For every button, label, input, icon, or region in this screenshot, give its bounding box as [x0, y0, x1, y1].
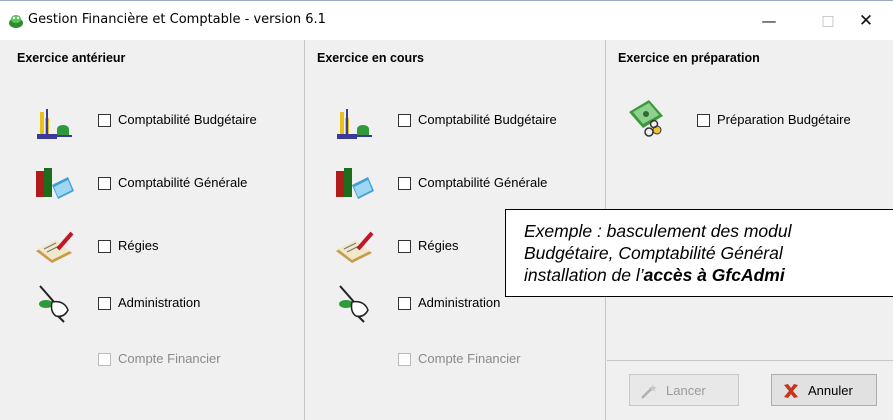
- writing-pad-icon: [36, 231, 74, 263]
- module-label: Comptabilité Générale: [118, 175, 248, 190]
- cancel-x-icon: [784, 384, 798, 398]
- regies-checkbox[interactable]: [398, 240, 411, 253]
- column-previous-year: Exercice antérieur Comptabilité Budgétai…: [0, 40, 305, 420]
- module-regies-previous: Régies: [34, 227, 294, 267]
- column-header: Exercice en préparation: [618, 51, 760, 65]
- module-admin-previous: Administration: [34, 284, 294, 324]
- button-area-divider: [607, 360, 893, 361]
- hand-wand-icon: [339, 285, 369, 323]
- module-general-previous: Comptabilité Générale: [34, 165, 294, 205]
- module-label: Régies: [118, 238, 159, 253]
- cancel-button[interactable]: Annuler: [771, 374, 877, 406]
- module-label: Préparation Budgétaire: [717, 112, 851, 127]
- module-label: Comptabilité Budgétaire: [118, 112, 257, 127]
- compte-financier-checkbox: [98, 353, 111, 366]
- minimize-button[interactable]: —: [746, 7, 792, 35]
- module-label: Compte Financier: [418, 351, 521, 366]
- module-label: Comptabilité Budgétaire: [418, 112, 557, 127]
- budget-checkbox[interactable]: [98, 114, 111, 127]
- module-preparation: Préparation Budgétaire: [627, 98, 889, 138]
- general-checkbox[interactable]: [98, 177, 111, 190]
- annotation-line-3: installation de l’accès à GfcAdmi: [524, 264, 893, 286]
- cancel-label: Annuler: [808, 383, 853, 398]
- title-bar: Gestion Financière et Comptable - versio…: [0, 0, 893, 40]
- column-header: Exercice en cours: [317, 51, 425, 65]
- annotation-line-3-bold: accès à GfcAdmi: [643, 265, 785, 285]
- writing-pad-icon: [336, 231, 374, 263]
- admin-checkbox[interactable]: [98, 297, 111, 310]
- module-label: Comptabilité Générale: [418, 175, 548, 190]
- admin-checkbox[interactable]: [398, 297, 411, 310]
- app-icon: [9, 15, 23, 28]
- module-compte-financier-current: Compte Financier: [334, 340, 599, 380]
- books-icon: [36, 168, 74, 199]
- module-label: Administration: [118, 295, 201, 310]
- window-title: Gestion Financière et Comptable - versio…: [28, 12, 326, 27]
- launch-label: Lancer: [666, 383, 706, 398]
- column-header: Exercice antérieur: [17, 51, 126, 65]
- compte-financier-checkbox: [398, 353, 411, 366]
- budget-scale-icon: [337, 109, 372, 139]
- budget-scale-icon: [37, 109, 72, 139]
- module-budget-current: Comptabilité Budgétaire: [334, 106, 599, 146]
- magic-wand-icon: [641, 384, 657, 399]
- close-button[interactable]: ✕: [843, 7, 889, 35]
- annotation-line-2: Budgétaire, Comptabilité Général: [524, 243, 783, 263]
- preparation-checkbox[interactable]: [697, 114, 710, 127]
- budget-checkbox[interactable]: [398, 114, 411, 127]
- regies-checkbox[interactable]: [98, 240, 111, 253]
- module-label: Compte Financier: [118, 351, 221, 366]
- module-general-current: Comptabilité Générale: [334, 165, 599, 205]
- books-icon: [336, 168, 374, 199]
- module-compte-financier-previous: Compte Financier: [34, 340, 294, 380]
- general-checkbox[interactable]: [398, 177, 411, 190]
- launch-button[interactable]: Lancer: [629, 374, 739, 406]
- annotation-line-1: Exemple : basculement des modul: [524, 221, 792, 241]
- module-label: Administration: [418, 295, 501, 310]
- money-coins-icon: [629, 100, 663, 137]
- module-budget-previous: Comptabilité Budgétaire: [34, 106, 294, 146]
- annotation-box: Exemple : basculement des modul Budgétai…: [505, 209, 893, 297]
- module-label: Régies: [418, 238, 459, 253]
- hand-wand-icon: [39, 285, 69, 323]
- annotation-line-3-prefix: installation de l’: [524, 265, 644, 285]
